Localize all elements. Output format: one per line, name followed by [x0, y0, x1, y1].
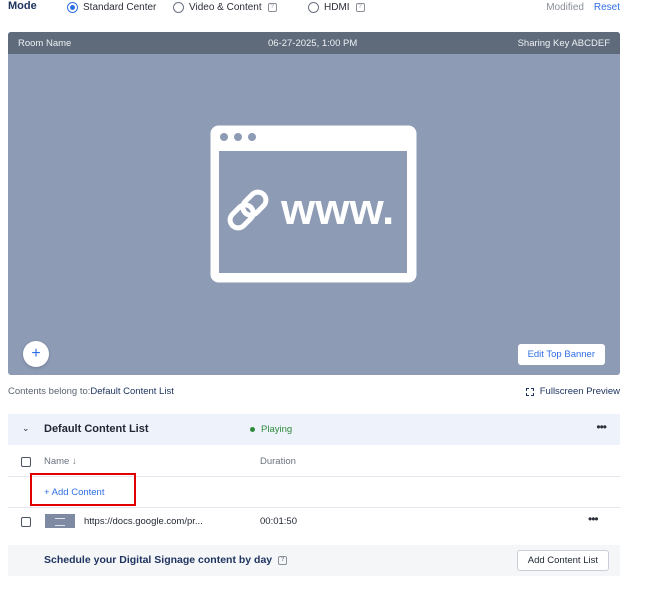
content-list-header: ⌄ Default Content List Playing •••	[8, 414, 620, 445]
mode-option-label: Standard Center	[83, 2, 157, 13]
status-dot-icon	[250, 427, 255, 432]
radio-checked-icon[interactable]	[67, 2, 78, 13]
web-content-graphic: www.	[209, 124, 418, 289]
modified-label: Modified	[546, 2, 584, 13]
row-more-options-icon[interactable]: •••	[588, 512, 599, 526]
contents-belong-to: Contents belong to:Default Content List	[8, 386, 174, 397]
fullscreen-preview-label: Fullscreen Preview	[539, 386, 620, 397]
mode-label: Mode	[8, 0, 37, 12]
mode-option-label: Video & Content	[189, 2, 262, 13]
select-all-checkbox[interactable]	[21, 457, 31, 467]
add-content-list-button[interactable]: Add Content List	[516, 550, 609, 571]
more-options-icon[interactable]: •••	[596, 420, 607, 434]
contents-belong-list: Default Content List	[90, 386, 174, 397]
preview-datetime: 06-27-2025, 1:00 PM	[268, 38, 358, 49]
sharing-key: Sharing Key ABCDEF	[517, 38, 610, 49]
content-thumbnail-icon	[45, 514, 75, 528]
add-content-button[interactable]: + Add Content	[44, 487, 104, 498]
add-preview-button[interactable]: +	[23, 341, 49, 367]
schedule-bar: Schedule your Digital Signage content by…	[8, 545, 620, 576]
column-header-duration: Duration	[260, 456, 296, 467]
row-checkbox[interactable]	[21, 517, 31, 527]
contents-belong-prefix: Contents belong to:	[8, 386, 91, 397]
help-icon[interactable]: ?	[278, 555, 288, 565]
reset-link[interactable]: Reset	[594, 2, 620, 13]
mode-option-hdmi[interactable]: HDMI ?	[308, 2, 365, 13]
fullscreen-preview-link[interactable]: Fullscreen Preview	[525, 386, 620, 397]
preview-top-banner: Room Name 06-27-2025, 1:00 PM Sharing Ke…	[8, 32, 620, 54]
status-badge: Playing	[250, 424, 292, 435]
status-label: Playing	[261, 424, 293, 435]
radio-icon[interactable]	[173, 2, 184, 13]
radio-icon[interactable]	[308, 2, 319, 13]
schedule-label: Schedule your Digital Signage content by…	[44, 554, 273, 566]
schedule-text: Schedule your Digital Signage content by…	[44, 554, 288, 566]
divider	[8, 507, 620, 508]
signage-preview: Room Name 06-27-2025, 1:00 PM Sharing Ke…	[8, 32, 620, 375]
room-name: Room Name	[18, 38, 72, 49]
www-text: www.	[280, 185, 394, 234]
mode-option-label: HDMI	[324, 2, 350, 13]
edit-top-banner-button[interactable]: Edit Top Banner	[517, 344, 605, 365]
chevron-down-icon[interactable]: ⌄	[22, 423, 30, 434]
content-list-title: Default Content List	[44, 423, 149, 435]
fullscreen-icon	[525, 387, 534, 396]
content-duration: 00:01:50	[260, 516, 297, 527]
mode-option-standard-center[interactable]: Standard Center	[67, 2, 156, 13]
help-icon[interactable]: ?	[355, 3, 365, 12]
mode-option-video-content[interactable]: Video & Content ?	[173, 2, 277, 13]
column-header-name[interactable]: Name ↓	[44, 456, 77, 467]
content-url[interactable]: https://docs.google.com/pr...	[84, 516, 203, 527]
help-icon[interactable]: ?	[267, 3, 277, 12]
